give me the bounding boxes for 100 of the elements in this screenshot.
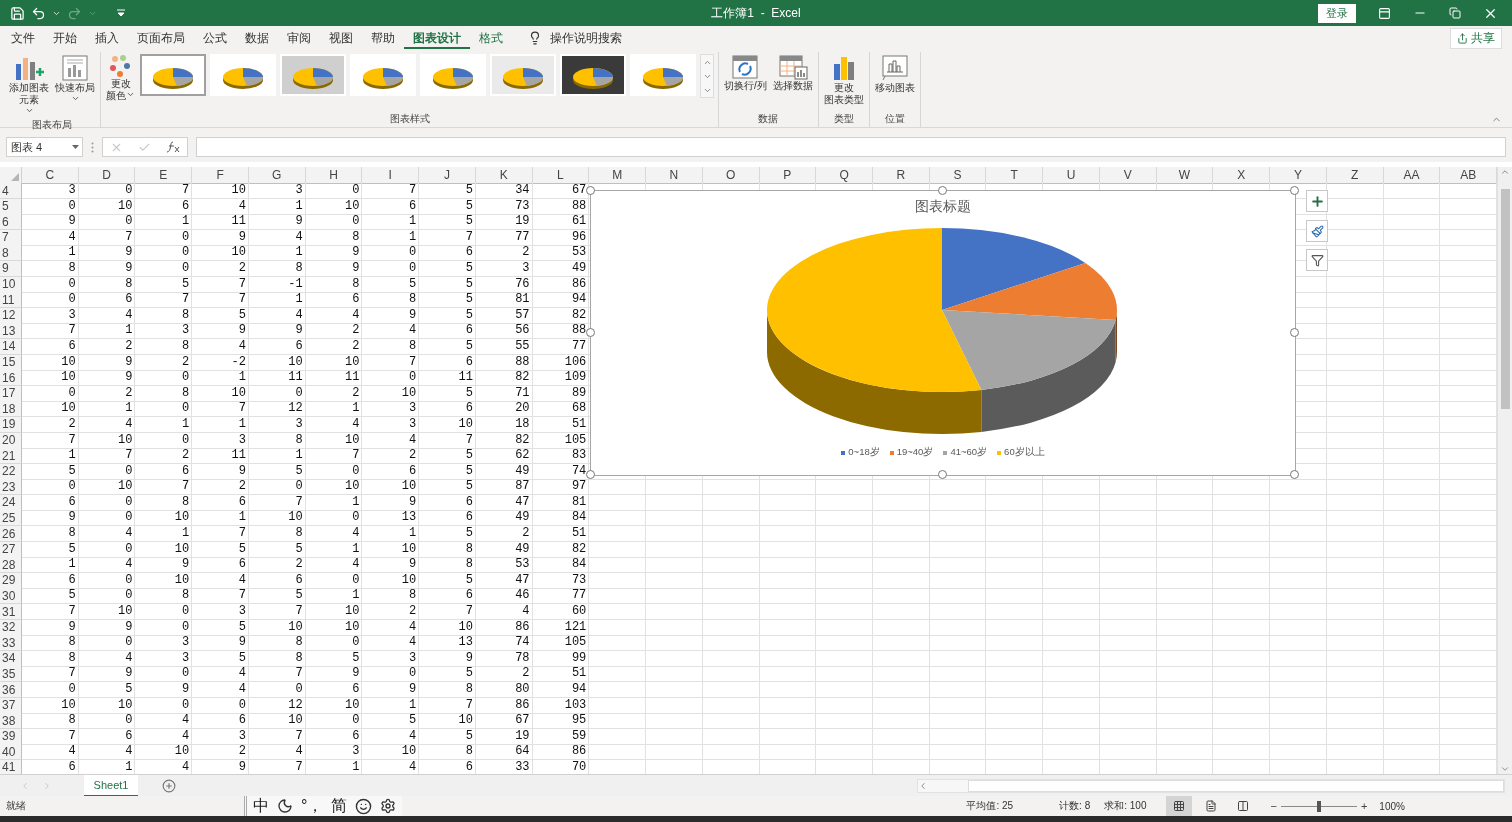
zoom-level[interactable]: 100% [1379, 800, 1405, 812]
zoom-in-button[interactable]: + [1356, 800, 1372, 812]
change-colors-button[interactable]: 更改 颜色 [105, 52, 136, 104]
view-button[interactable] [1166, 796, 1193, 816]
scroll-up-icon[interactable] [1500, 167, 1510, 177]
column-header[interactable]: W [1156, 167, 1214, 184]
ribbon-tab[interactable]: 帮助 [362, 27, 404, 49]
resize-handle[interactable] [1290, 186, 1299, 195]
filter-button[interactable] [1306, 249, 1328, 271]
column-header[interactable]: Y [1270, 167, 1327, 184]
row-header[interactable]: 25 [0, 510, 22, 527]
row-header[interactable]: 23 [0, 479, 22, 496]
style-brush-button[interactable] [1306, 220, 1328, 242]
ribbon-tab[interactable]: 插入 [86, 27, 128, 49]
column-header[interactable]: X [1213, 167, 1271, 184]
ime-label[interactable]: 简 [331, 795, 348, 817]
more-icon[interactable] [701, 83, 713, 97]
ribbon-button[interactable]: 添加图表 元素 [8, 52, 50, 117]
row-header[interactable]: 40 [0, 744, 22, 761]
moon-icon[interactable] [277, 798, 293, 814]
row-header[interactable]: 36 [0, 682, 22, 698]
sheet-tab[interactable]: Sheet1 [84, 774, 138, 797]
column-header[interactable]: M [589, 167, 647, 184]
formula-input[interactable] [196, 137, 1506, 157]
scroll-left-icon[interactable] [918, 780, 928, 791]
chart-style-option[interactable] [560, 54, 626, 96]
column-header[interactable]: I [362, 167, 420, 184]
resize-handle[interactable] [938, 186, 947, 195]
ribbon-tab[interactable]: 公式 [194, 27, 236, 49]
ribbon-tab[interactable]: 视图 [320, 27, 362, 49]
scrollbar-thumb[interactable] [968, 779, 1504, 792]
sign-in-button[interactable]: 登录 [1318, 3, 1356, 23]
settings-icon[interactable] [380, 798, 397, 814]
column-header[interactable]: S [929, 167, 987, 184]
row-header[interactable]: 38 [0, 713, 22, 730]
ribbon-tab[interactable]: 格式 [470, 27, 512, 49]
ribbon-button[interactable]: 移动图表 [873, 52, 916, 96]
tell-me-search[interactable]: 操作说明搜索 [522, 28, 628, 48]
save-icon[interactable] [10, 5, 25, 21]
ribbon-button[interactable]: 快速布局 [54, 52, 96, 105]
undo-icon[interactable] [31, 5, 46, 21]
scrollbar-thumb[interactable] [1500, 189, 1510, 409]
row-header[interactable]: 4 [0, 183, 22, 199]
column-header[interactable]: Q [816, 167, 873, 184]
ribbon-tab[interactable]: 文件 [2, 27, 44, 49]
resize-handle[interactable] [1290, 470, 1299, 479]
add-element-button[interactable] [1306, 190, 1328, 212]
ribbon-tab[interactable]: 审阅 [278, 27, 320, 49]
name-box[interactable]: 图表 4 [6, 137, 83, 157]
chart-style-option[interactable] [350, 54, 416, 96]
column-header[interactable]: T [986, 167, 1044, 184]
ribbon-tab[interactable]: 开始 [44, 27, 86, 49]
column-header[interactable]: F [192, 167, 249, 184]
scroll-up-icon[interactable] [701, 55, 713, 69]
column-header[interactable]: AA [1383, 167, 1441, 184]
chart-style-option[interactable] [210, 54, 276, 96]
column-header[interactable]: K [475, 167, 533, 184]
chart-style-option[interactable] [280, 54, 346, 96]
column-header[interactable]: V [1099, 167, 1157, 184]
scroll-down-icon[interactable] [1500, 764, 1510, 774]
column-header[interactable]: L [532, 167, 590, 184]
column-header[interactable]: P [759, 167, 817, 184]
column-header[interactable]: E [135, 167, 193, 184]
row-header[interactable]: 30 [0, 588, 22, 605]
column-header[interactable]: AB [1440, 167, 1497, 184]
row-header[interactable]: 11 [0, 292, 22, 309]
row-header[interactable]: 13 [0, 323, 22, 340]
smiley-icon[interactable] [355, 797, 373, 815]
resize-handle[interactable] [586, 470, 595, 479]
ribbon-tab[interactable]: 数据 [236, 27, 278, 49]
row-header[interactable]: 35 [0, 666, 22, 683]
resize-handle[interactable] [586, 186, 595, 195]
chart-style-option[interactable] [490, 54, 556, 96]
resize-handle[interactable] [938, 470, 947, 479]
row-header[interactable]: 18 [0, 401, 22, 418]
column-header[interactable]: D [78, 167, 136, 184]
column-header[interactable]: G [248, 167, 306, 184]
customize-icon[interactable] [117, 9, 125, 17]
row-header[interactable]: 28 [0, 557, 22, 574]
chart-style-option[interactable] [140, 54, 206, 96]
ime-label[interactable]: °， [301, 795, 324, 817]
row-header[interactable]: 31 [0, 604, 22, 621]
ribbon-display-icon[interactable] [1378, 6, 1391, 20]
column-header[interactable]: O [702, 167, 760, 184]
restore-icon[interactable] [1449, 7, 1461, 19]
ribbon-button[interactable]: 更改 图表类型 [822, 52, 865, 108]
column-header[interactable]: U [1043, 167, 1100, 184]
row-header[interactable]: 26 [0, 526, 22, 543]
ime-label[interactable]: 中 [253, 795, 269, 817]
resize-handle[interactable] [586, 328, 595, 337]
column-header[interactable]: C [22, 167, 79, 184]
zoom-out-button[interactable]: − [1266, 800, 1281, 812]
ribbon-button[interactable]: 切换行/列 [723, 52, 768, 94]
row-header[interactable]: 33 [0, 635, 22, 652]
ribbon-tab[interactable]: 图表设计 [404, 27, 470, 49]
splitter-icon[interactable] [91, 141, 94, 153]
share-button[interactable]: 共享 [1450, 27, 1502, 49]
ribbon-button[interactable]: 选择数据 [771, 52, 814, 94]
chart-style-option[interactable] [630, 54, 696, 96]
chart-style-option[interactable] [420, 54, 486, 96]
